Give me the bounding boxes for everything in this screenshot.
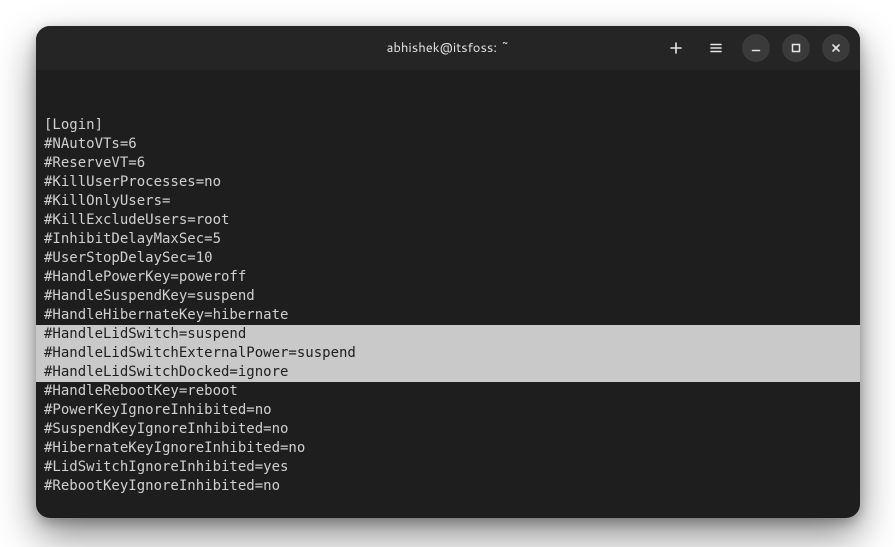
terminal-line: #HandleLidSwitchExternalPower=suspend: [36, 344, 860, 363]
maximize-button[interactable]: [782, 34, 810, 62]
terminal-line: #RebootKeyIgnoreInhibited=no: [44, 477, 852, 496]
hamburger-icon: [709, 41, 723, 55]
terminal-line: [Login]: [44, 116, 852, 135]
terminal-line: #ReserveVT=6: [44, 154, 852, 173]
terminal-line: #HandlePowerKey=poweroff: [44, 268, 852, 287]
close-button[interactable]: [822, 34, 850, 62]
terminal-line: #KillExcludeUsers=root: [44, 211, 852, 230]
terminal-line: #KillUserProcesses=no: [44, 173, 852, 192]
terminal-window: abhishek@itsfoss: ~: [36, 26, 860, 518]
terminal-line: #HandleHibernateKey=hibernate: [44, 306, 852, 325]
minimize-icon: [749, 41, 763, 55]
terminal-line: #SuspendKeyIgnoreInhibited=no: [44, 420, 852, 439]
terminal-line: #HandleRebootKey=reboot: [44, 382, 852, 401]
close-icon: [829, 41, 843, 55]
menu-button[interactable]: [702, 34, 730, 62]
terminal-line: #HandleLidSwitchDocked=ignore: [36, 363, 860, 382]
titlebar: abhishek@itsfoss: ~: [36, 26, 860, 70]
minimize-button[interactable]: [742, 34, 770, 62]
terminal-line: #InhibitDelayMaxSec=5: [44, 230, 852, 249]
titlebar-controls: [662, 34, 850, 62]
maximize-icon: [789, 41, 803, 55]
plus-icon: [669, 41, 683, 55]
terminal-line: #HibernateKeyIgnoreInhibited=no: [44, 439, 852, 458]
window-title: abhishek@itsfoss: ~: [387, 39, 510, 57]
terminal-line: #UserStopDelaySec=10: [44, 249, 852, 268]
new-tab-button[interactable]: [662, 34, 690, 62]
terminal-line: #KillOnlyUsers=: [44, 192, 852, 211]
terminal-line: #HandleLidSwitch=suspend: [36, 325, 860, 344]
terminal-line: #NAutoVTs=6: [44, 135, 852, 154]
terminal-line: #PowerKeyIgnoreInhibited=no: [44, 401, 852, 420]
terminal-line: #LidSwitchIgnoreInhibited=yes: [44, 458, 852, 477]
terminal-content[interactable]: [Login]#NAutoVTs=6#ReserveVT=6#KillUserP…: [36, 70, 860, 496]
terminal-line: #HandleSuspendKey=suspend: [44, 287, 852, 306]
